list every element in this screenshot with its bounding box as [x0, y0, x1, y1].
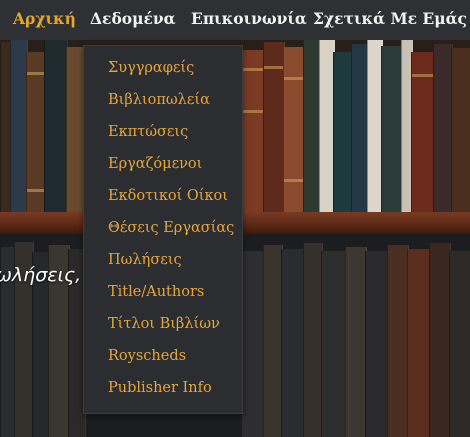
hero-text: ωλήσεις,: [0, 264, 82, 286]
book-spine: [333, 52, 353, 212]
book-spine: [263, 42, 285, 212]
book-spine: [451, 48, 470, 212]
book-spine: [345, 247, 367, 437]
menu-item-publisher-info[interactable]: Publisher Info: [108, 380, 212, 396]
nav-data[interactable]: Δεδομένα: [90, 9, 176, 28]
book-spine: [283, 47, 305, 212]
book-spine: [241, 251, 265, 437]
nav-about[interactable]: Σχετικά Με Εμάς: [313, 9, 467, 28]
menu-item-publishers[interactable]: Εκδοτικοί Οίκοι: [108, 188, 228, 204]
menu-item-employees[interactable]: Εργαζόμενοι: [108, 156, 202, 172]
book-spine: [381, 46, 403, 212]
menu-item-title-authors[interactable]: Title/Authors: [108, 284, 204, 300]
menu-item-authors[interactable]: Συγγραφείς: [108, 60, 194, 76]
book-spine: [407, 249, 431, 437]
menu-item-royscheds[interactable]: Royscheds: [108, 348, 186, 364]
book-spine: [411, 52, 435, 212]
book-spine: [26, 52, 46, 212]
book-spine: [44, 34, 68, 212]
book-spine: [449, 251, 470, 437]
book-spine: [387, 245, 409, 437]
menu-item-book-titles[interactable]: Τίτλοι Βιβλίων: [108, 316, 220, 332]
book-spine: [281, 249, 305, 437]
data-dropdown-menu: Συγγραφείς Βιβλιοπωλεία Εκπτώσεις Εργαζό…: [83, 45, 243, 414]
book-spine: [241, 50, 265, 212]
book-spine: [429, 243, 451, 437]
book-spine: [303, 243, 323, 437]
nav-contact[interactable]: Επικοινωνία: [191, 9, 307, 28]
menu-item-discounts[interactable]: Εκπτώσεις: [108, 124, 188, 140]
menu-item-jobs[interactable]: Θέσεις Εργασίας: [108, 220, 234, 236]
main-navbar: Αρχική Δεδομένα Επικοινωνία Σχετικά Με Ε…: [0, 0, 470, 40]
menu-item-bookstores[interactable]: Βιβλιοπωλεία: [108, 92, 210, 108]
book-spine: [321, 251, 347, 437]
book-spine: [433, 44, 453, 212]
nav-home[interactable]: Αρχική: [13, 9, 76, 28]
menu-item-sales[interactable]: Πωλήσεις: [108, 252, 182, 268]
book-spine: [263, 245, 283, 437]
book-spine: [365, 251, 389, 437]
